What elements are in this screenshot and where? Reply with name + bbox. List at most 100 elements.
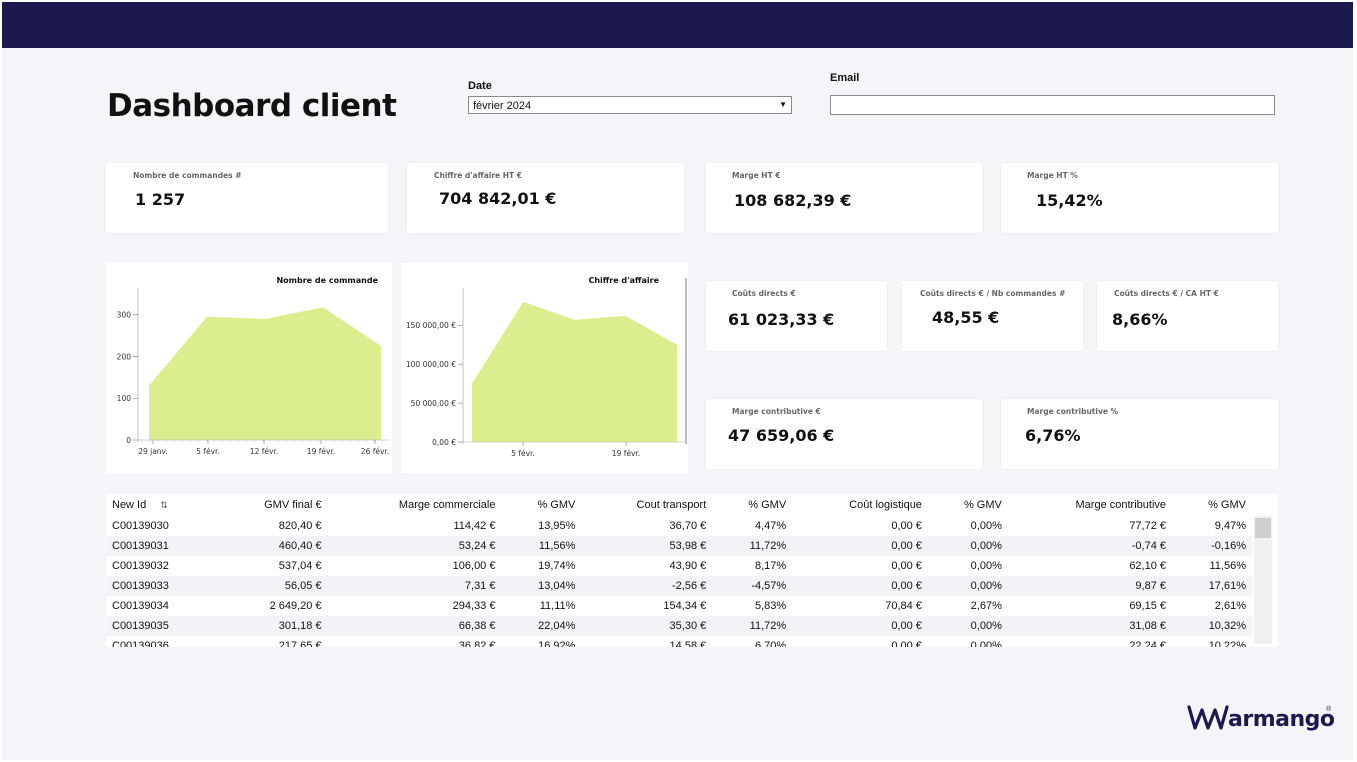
kpi-value: 61 023,33 € <box>728 310 835 329</box>
table-cell: 114,42 € <box>453 520 496 532</box>
orders-table-container[interactable]: New Id ⇅ GMV final € Marge commerciale % … <box>106 494 1278 647</box>
kpi-value: 47 659,06 € <box>728 426 835 445</box>
x-tick-label: 12 févr. <box>250 447 278 456</box>
y-tick-label: 150 000,00 € <box>406 321 456 330</box>
table-cell: 11,72% <box>712 536 793 556</box>
y-tick-label: 200 <box>117 352 132 361</box>
table-cell: 11,72% <box>712 616 793 636</box>
kpi-card-cost-ratio: Coûts directs € / CA HT € 8,66% <box>1097 281 1278 351</box>
column-header[interactable]: Marge commerciale <box>328 494 502 516</box>
table-row[interactable]: C00139031 460,40 €53,24 €11,56% 53,98 €11,… <box>106 536 1252 556</box>
column-header[interactable]: GMV final € <box>216 494 327 516</box>
x-tick-label: 5 févr. <box>196 447 220 456</box>
kpi-label: Marge contributive € <box>732 407 821 416</box>
area-series <box>472 301 677 442</box>
table-row[interactable]: C00139030 820,40 € 114,42 € 13,95% 36,70 € 4,… <box>106 516 1252 536</box>
table-cell: -4,57% <box>712 576 793 596</box>
table-scrollbar-thumb[interactable] <box>1255 518 1271 538</box>
column-header[interactable]: Cout transport <box>581 494 712 516</box>
table-cell: 69,15 € <box>1129 600 1167 612</box>
table-cell: 62,10 € <box>1129 560 1167 572</box>
x-tick-label: 19 févr. <box>307 447 335 456</box>
table-cell: 217,65 € <box>278 640 322 647</box>
table-cell: 0,00 € <box>891 520 922 532</box>
table-cell: 31,08 € <box>1007 616 1173 636</box>
table-cell: 2,67% <box>970 600 1002 612</box>
column-header[interactable]: Coût logistique <box>792 494 928 516</box>
column-header[interactable]: % GMV <box>501 494 581 516</box>
table-row[interactable]: C00139034 2 649,20 € 294,33 € 11,11% 154,34 … <box>106 596 1252 616</box>
table-cell: 11,11% <box>539 600 576 612</box>
table-cell: 5,83% <box>754 600 787 612</box>
table-cell: 301,18 € <box>216 616 328 636</box>
table-cell: 0,00% <box>970 520 1002 532</box>
column-header[interactable]: % GMV <box>712 494 792 516</box>
registered-mark: ® <box>1326 706 1332 713</box>
table-cell: 53,24 € <box>327 536 502 556</box>
revenue-chart-card: Chiffre d'affaire 0,00 € 50 000,00 € 100 00… <box>401 263 688 473</box>
table-cell: 0,00 € <box>792 536 928 556</box>
orders-chart-card: Nombre de commande 0 100 200 300 29 janv. 5 fé… <box>106 263 392 473</box>
kpi-value: 704 842,01 € <box>439 189 557 208</box>
kpi-label: Marge HT % <box>1027 171 1078 180</box>
kpi-label: Nombre de commandes # <box>133 171 242 180</box>
table-cell: 0,00 € <box>891 560 922 572</box>
brand-logo-w-icon <box>1187 705 1229 730</box>
table-cell: 36,82 € <box>458 640 496 647</box>
table-row[interactable]: C00139035 301,18 €66,38 €22,04% 35,30 €11,… <box>106 616 1252 636</box>
table-cell: 10,22% <box>1208 640 1246 647</box>
table-cell: 70,84 € <box>885 600 922 612</box>
table-cell: 66,38 € <box>327 616 502 636</box>
chart-title: Chiffre d'affaire <box>588 276 659 285</box>
kpi-label: Marge HT € <box>732 171 781 180</box>
column-header-label: New Id <box>112 499 147 511</box>
table-row[interactable]: C00139036 217,65 € 36,82 € 16,92% 14,58 € 6,7… <box>106 636 1252 647</box>
column-header[interactable]: % GMV <box>928 494 1008 516</box>
kpi-label: Coûts directs € / CA HT € <box>1114 289 1219 298</box>
brand-logo-text: armango <box>1228 707 1335 732</box>
table-cell: 4,47% <box>754 520 787 532</box>
table-cell: 0,00% <box>970 640 1002 647</box>
kpi-value: 8,66% <box>1112 310 1168 329</box>
y-tick-label: 0,00 € <box>432 438 456 447</box>
table-cell: 14,58 € <box>669 640 707 647</box>
sort-az-icon[interactable]: ⇅ <box>160 500 168 510</box>
date-select-value: février 2024 <box>473 100 532 112</box>
kpi-card-cost-per-order: Coûts directs € / Nb commandes # 48,55 € <box>902 281 1083 351</box>
table-cell: 22,04% <box>501 616 582 636</box>
table-cell: 154,34 € <box>663 600 707 612</box>
table-row[interactable]: C00139032 537,04 € 106,00 € 19,74% 43,90 € 8,… <box>106 556 1252 576</box>
table-cell: 2 649,20 € <box>269 600 322 612</box>
x-tick-label: 29 janv. <box>138 447 168 456</box>
chart-title: Nombre de commande <box>276 276 378 285</box>
column-header[interactable]: Marge contributive <box>1008 494 1172 516</box>
kpi-card-direct-costs: Coûts directs € 61 023,33 € <box>706 281 887 351</box>
order-id-cell: C00139035 <box>106 616 217 636</box>
table-row[interactable]: C00139033 56,05 €7,31 €13,04% -2,56 € -4,57… <box>106 576 1252 596</box>
y-tick-label: 0 <box>126 436 131 445</box>
email-input[interactable] <box>830 95 1275 115</box>
order-id-cell: C00139034 <box>112 600 169 612</box>
orders-area-chart: Nombre de commande 0 100 200 300 29 janv. 5 fé… <box>117 276 390 456</box>
table-cell: -2,56 € <box>581 576 713 596</box>
column-header[interactable]: % GMV <box>1172 494 1252 516</box>
date-select[interactable]: février 2024 ▼ <box>468 96 792 114</box>
column-header-new-id[interactable]: New Id ⇅ <box>106 494 216 516</box>
kpi-label: Coûts directs € <box>732 289 796 298</box>
table-cell: 56,05 € <box>216 576 328 596</box>
kpi-card-orders: Nombre de commandes # 1 257 <box>106 163 388 233</box>
table-cell: 17,61% <box>1172 576 1252 596</box>
table-cell: 11,56% <box>1209 560 1247 572</box>
kpi-label: Chiffre d'affaire HT € <box>434 171 522 180</box>
order-id-cell: C00139031 <box>106 536 217 556</box>
table-cell: 77,72 € <box>1129 520 1167 532</box>
table-cell: 0,00 € <box>792 616 928 636</box>
table-cell: 0,00% <box>927 616 1008 636</box>
table-cell: -0,16% <box>1172 536 1252 556</box>
kpi-card-revenue: Chiffre d'affaire HT € 704 842,01 € <box>407 163 684 233</box>
table-cell: 19,74% <box>538 560 576 572</box>
table-cell: 820,40 € <box>278 520 322 532</box>
table-cell: 9,47% <box>1214 520 1246 532</box>
table-cell: 9,87 € <box>1007 576 1173 596</box>
table-header-row: New Id ⇅ GMV final € Marge commerciale % … <box>106 494 1252 516</box>
